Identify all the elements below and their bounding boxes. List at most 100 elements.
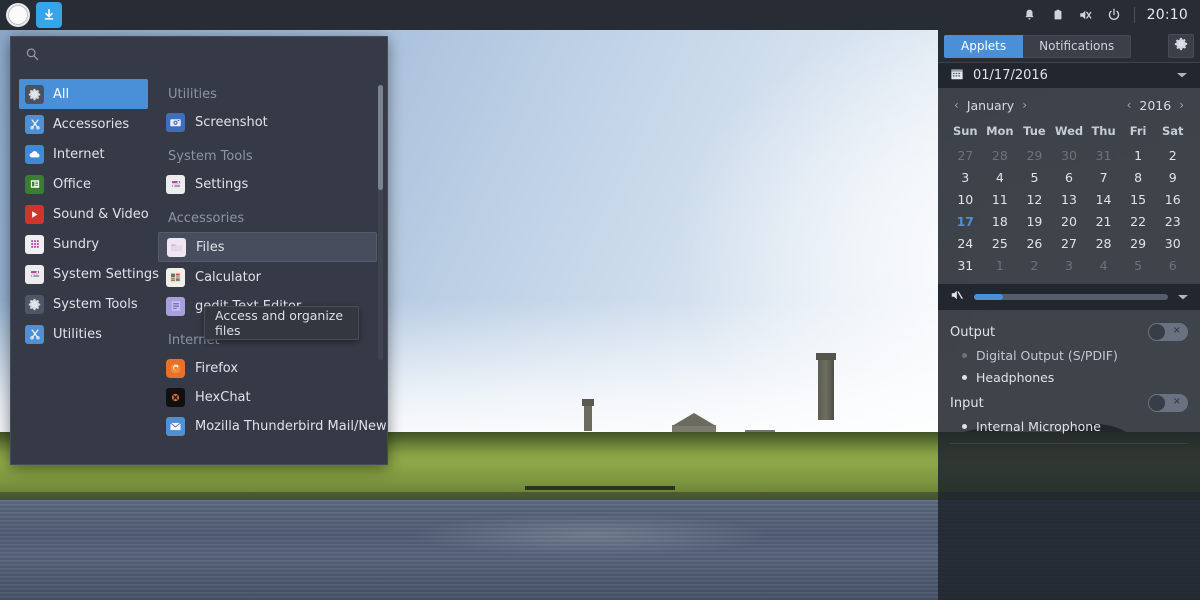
next-year-button[interactable]: › (1173, 98, 1190, 112)
sidebar-item-office[interactable]: Office (19, 169, 148, 199)
calendar-day[interactable]: 10 (948, 190, 983, 209)
menu-search-row[interactable] (11, 37, 387, 75)
calendar-day[interactable]: 18 (983, 212, 1018, 231)
calendar-day[interactable]: 24 (948, 234, 983, 253)
calculator-icon (166, 267, 185, 287)
system-tray: 20:10 (1022, 7, 1200, 23)
calendar-day[interactable]: 30 (1052, 146, 1087, 165)
input-toggle[interactable]: × (1148, 394, 1188, 412)
calendar-day[interactable]: 19 (1017, 212, 1052, 231)
chevron-down-icon[interactable] (1177, 290, 1189, 305)
app-item-screenshot[interactable]: Screenshot (158, 108, 377, 136)
power-icon[interactable] (1106, 7, 1122, 23)
app-item-label: Calculator (195, 269, 262, 285)
calendar-day[interactable]: 23 (1155, 212, 1190, 231)
sidebar-item-sound-video[interactable]: Sound & Video (19, 199, 149, 229)
clock[interactable]: 20:10 (1147, 7, 1188, 23)
calendar-day[interactable]: 1 (983, 256, 1018, 275)
toggle-knob (1149, 324, 1165, 340)
scrollbar-thumb[interactable] (378, 85, 383, 190)
gear-icon (25, 294, 44, 314)
volume-row (938, 283, 1200, 311)
calendar-day[interactable]: 27 (1052, 234, 1087, 253)
calendar-day[interactable]: 16 (1155, 190, 1190, 209)
calendar-day[interactable]: 5 (1121, 256, 1156, 275)
calendar-day[interactable]: 2 (1017, 256, 1052, 275)
app-item-calculator[interactable]: Calculator (158, 263, 377, 291)
output-device-item[interactable]: Digital Output (S/PDIF) (950, 344, 1188, 366)
sidebar-item-all[interactable]: All (19, 79, 148, 109)
download-arrow-icon[interactable] (36, 2, 62, 28)
prev-month-button[interactable]: ‹ (948, 98, 965, 112)
app-item-hexchat[interactable]: HexChat (158, 383, 377, 411)
calendar-day[interactable]: 29 (1017, 146, 1052, 165)
output-device-item[interactable]: Headphones (950, 366, 1188, 388)
circle-menu-icon[interactable] (6, 3, 30, 27)
tab-applets[interactable]: Applets (944, 34, 1024, 58)
calendar-day[interactable]: 2 (1155, 146, 1190, 165)
sidebar-item-internet[interactable]: Internet (19, 139, 148, 169)
calendar-day[interactable]: 13 (1052, 190, 1087, 209)
calendar-day[interactable]: 29 (1121, 234, 1156, 253)
thunderbird-icon (166, 416, 185, 436)
calendar-day[interactable]: 27 (948, 146, 983, 165)
tab-notifications[interactable]: Notifications (1023, 34, 1132, 58)
sidebar-item-utilities[interactable]: Utilities (19, 319, 148, 349)
calendar-day[interactable]: 22 (1121, 212, 1156, 231)
calendar-day[interactable]: 20 (1052, 212, 1087, 231)
calendar-day[interactable]: 12 (1017, 190, 1052, 209)
panel-settings-button[interactable] (1168, 34, 1194, 58)
weekday-header: Thu (1091, 124, 1116, 138)
sidebar-item-accessories[interactable]: Accessories (19, 109, 148, 139)
volume-muted-icon[interactable] (1078, 7, 1094, 23)
speaker-muted-icon[interactable] (949, 288, 965, 306)
calendar-day[interactable]: 11 (983, 190, 1018, 209)
app-item-files[interactable]: Files (158, 232, 377, 262)
calendar-day[interactable]: 15 (1121, 190, 1156, 209)
sidebar-item-sundry[interactable]: Sundry (19, 229, 148, 259)
app-list-scrollbar[interactable] (378, 85, 383, 360)
notifications-icon[interactable] (1022, 7, 1038, 23)
sidebar-item-system-settings[interactable]: System Settings (19, 259, 159, 289)
calendar-day[interactable]: 14 (1086, 190, 1121, 209)
calendar-day[interactable]: 31 (948, 256, 983, 275)
calendar-day[interactable]: 31 (1086, 146, 1121, 165)
volume-slider[interactable] (974, 294, 1168, 300)
app-item-thunderbird[interactable]: Mozilla Thunderbird Mail/News (158, 412, 387, 440)
input-device-item[interactable]: Internal Microphone (950, 415, 1188, 437)
calendar-day[interactable]: 4 (1086, 256, 1121, 275)
sound-applet: Output × Digital Output (S/PDIF) Headpho… (938, 311, 1200, 448)
next-month-button[interactable]: › (1016, 98, 1033, 112)
calendar-day[interactable]: 5 (1017, 168, 1052, 187)
prev-year-button[interactable]: ‹ (1121, 98, 1138, 112)
sidebar-item-system-tools[interactable]: System Tools (19, 289, 148, 319)
calendar-month: January (966, 97, 1015, 113)
calendar-day-today[interactable]: 17 (948, 212, 983, 231)
calendar-day[interactable]: 26 (1017, 234, 1052, 253)
chevron-down-icon[interactable] (1176, 68, 1188, 83)
calendar-day[interactable]: 9 (1155, 168, 1190, 187)
calendar-day[interactable]: 6 (1052, 168, 1087, 187)
calendar-day[interactable]: 3 (948, 168, 983, 187)
calendar-day[interactable]: 6 (1155, 256, 1190, 275)
calendar-day[interactable]: 30 (1155, 234, 1190, 253)
clipboard-icon[interactable] (1050, 7, 1066, 23)
calendar-day[interactable]: 28 (983, 146, 1018, 165)
category-sidebar: All Accessories Internet Office Sound & … (11, 75, 159, 464)
app-item-settings[interactable]: Settings (158, 170, 377, 198)
output-toggle[interactable]: × (1148, 323, 1188, 341)
calendar-day[interactable]: 28 (1086, 234, 1121, 253)
calendar-grid: Sun Mon Tue Wed Thu Fri Sat 27 28 29 30 … (948, 121, 1190, 275)
calendar-day[interactable]: 3 (1052, 256, 1087, 275)
calendar-day[interactable]: 1 (1121, 146, 1156, 165)
calendar-day[interactable]: 7 (1086, 168, 1121, 187)
gear-icon (1174, 37, 1188, 55)
sidebar-item-label: Internet (53, 146, 105, 162)
app-item-firefox[interactable]: Firefox (158, 354, 377, 382)
date-display-row[interactable]: 01/17/2016 (938, 62, 1200, 89)
calendar-day[interactable]: 4 (983, 168, 1018, 187)
calendar-day[interactable]: 8 (1121, 168, 1156, 187)
calendar-day[interactable]: 21 (1086, 212, 1121, 231)
calendar-day[interactable]: 25 (983, 234, 1018, 253)
output-header: Output × (950, 320, 1188, 344)
